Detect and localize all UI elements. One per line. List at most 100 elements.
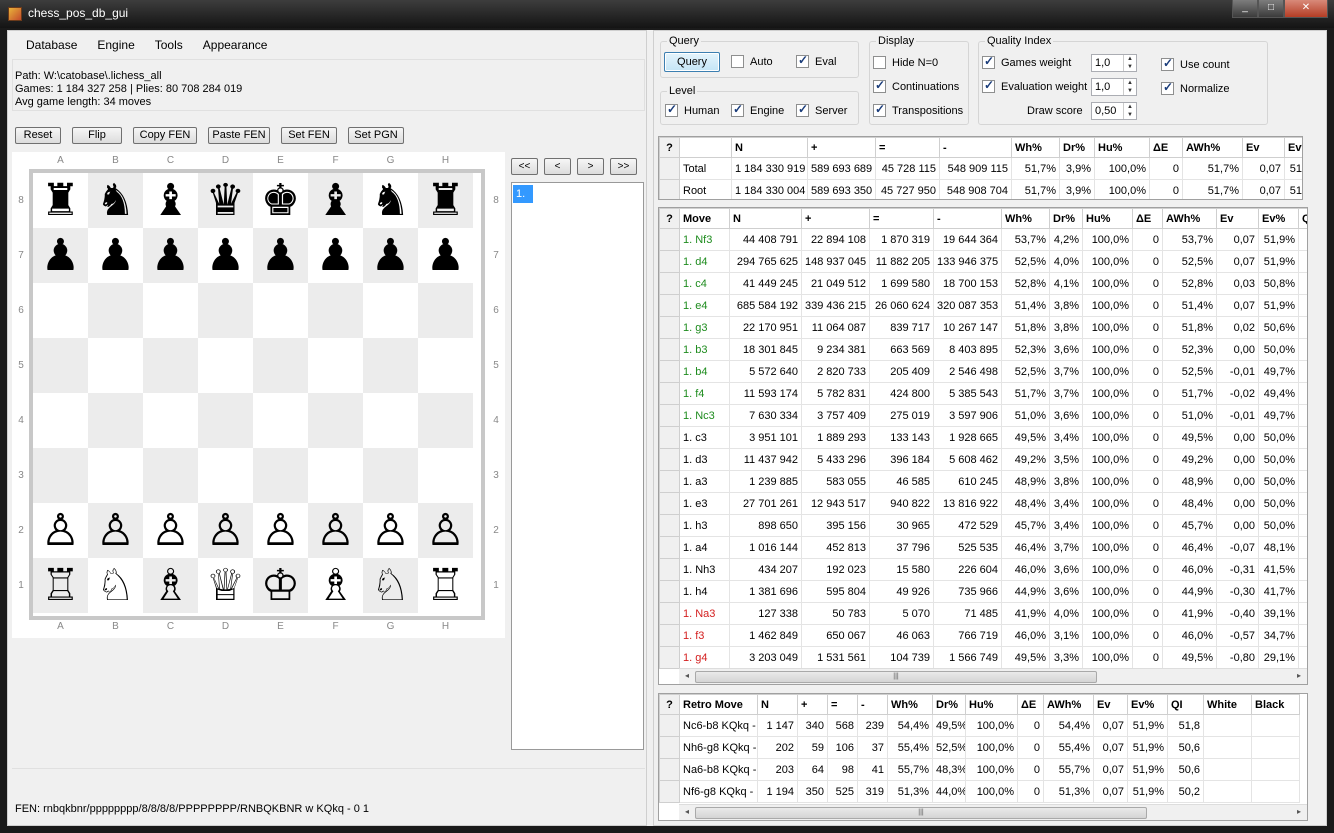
table-cell[interactable]: 0 <box>1132 448 1163 471</box>
table-cell[interactable]: 51,8% <box>1001 316 1050 339</box>
board-square-g5[interactable] <box>363 338 418 393</box>
reset-button[interactable]: Reset <box>15 127 61 144</box>
table-cell[interactable]: 51,9% <box>1258 228 1299 251</box>
table-cell[interactable]: 1 194 <box>757 780 798 803</box>
spin-up-icon[interactable]: ▲ <box>1124 55 1136 63</box>
board-square-h7[interactable]: ♟ <box>418 228 473 283</box>
normalize-checkbox[interactable]: Normalize <box>1161 80 1230 95</box>
board-square-d7[interactable]: ♟ <box>198 228 253 283</box>
table-cell[interactable]: 0 <box>1132 580 1163 603</box>
table-cell[interactable]: 320 087 353 <box>933 294 1002 317</box>
board-square-f3[interactable] <box>308 448 363 503</box>
board-square-h1[interactable]: ♖ <box>418 558 473 613</box>
table-cell[interactable]: 48,9% <box>1162 470 1217 493</box>
table-cell[interactable] <box>1203 758 1252 781</box>
table-row[interactable]: 1. c3 3 951 101 1 889 293 133 143 1 928 665 4… <box>659 426 1307 449</box>
column-header[interactable]: Wh% <box>1011 137 1060 158</box>
table-cell[interactable]: 37 796 <box>869 536 934 559</box>
table-cell[interactable]: 50,2 <box>1167 780 1204 803</box>
column-header[interactable]: AWh% <box>1162 208 1217 229</box>
moves-hscrollbar[interactable]: ◂ ||| ▸ <box>679 668 1307 684</box>
chess-piece-icon[interactable]: ♔ <box>261 563 300 608</box>
board-square-b8[interactable]: ♞ <box>88 173 143 228</box>
table-cell[interactable]: 452 813 <box>801 536 870 559</box>
board-square-c7[interactable]: ♟ <box>143 228 198 283</box>
table-row[interactable]: 1. b3 18 301 845 9 234 381 663 569 8 403 895… <box>659 338 1307 361</box>
table-cell[interactable]: 568 <box>827 714 858 737</box>
board-square-f8[interactable]: ♝ <box>308 173 363 228</box>
table-cell[interactable]: 1 889 293 <box>801 426 870 449</box>
column-header[interactable]: Black <box>1251 694 1300 715</box>
table-cell[interactable]: 525 <box>827 780 858 803</box>
column-header[interactable]: AWh% <box>1182 137 1243 158</box>
row-header[interactable] <box>659 179 680 199</box>
chess-piece-icon[interactable]: ♞ <box>371 178 410 223</box>
table-cell[interactable]: 1 870 319 <box>869 228 934 251</box>
table-row[interactable]: 1. Nc3 7 630 334 3 757 409 275 019 3 597 906… <box>659 404 1307 427</box>
board-square-a8[interactable]: ♜ <box>33 173 88 228</box>
board-square-e6[interactable] <box>253 283 308 338</box>
spin-down-icon[interactable]: ▼ <box>1124 63 1136 71</box>
table-cell[interactable]: 0 <box>1132 294 1163 317</box>
table-cell[interactable]: 53,7% <box>1162 228 1217 251</box>
board-square-c2[interactable]: ♙ <box>143 503 198 558</box>
eval-weight-checkbox[interactable]: Evaluation weight <box>982 78 1087 93</box>
column-header[interactable]: Ev% <box>1127 694 1168 715</box>
board-square-b7[interactable]: ♟ <box>88 228 143 283</box>
chess-piece-icon[interactable]: ♟ <box>426 233 465 278</box>
table-cell[interactable]: 239 <box>857 714 888 737</box>
table-cell[interactable]: -0,57 <box>1216 624 1259 647</box>
games-weight-check-box[interactable] <box>982 54 995 69</box>
games-weight-value[interactable]: 1,0 <box>1095 57 1110 69</box>
table-cell[interactable]: 100,0% <box>1082 250 1133 273</box>
table-row[interactable]: 1. g4 3 203 049 1 531 561 104 739 1 566 749 4… <box>659 646 1307 669</box>
retro-hscrollbar[interactable]: ◂ ||| ▸ <box>679 804 1307 820</box>
table-cell[interactable]: 49,5% <box>1001 426 1050 449</box>
table-cell[interactable]: 52,5% <box>932 736 966 759</box>
table-cell[interactable]: 685 584 192 <box>729 294 802 317</box>
scroll-right-icon[interactable]: ▸ <box>1293 671 1305 680</box>
minimize-button[interactable]: _ <box>1232 0 1258 18</box>
table-row[interactable]: 1. d3 11 437 942 5 433 296 396 184 5 608 462… <box>659 448 1307 471</box>
table-cell[interactable]: 94,2 <box>1298 426 1307 449</box>
table-cell[interactable]: 100,0% <box>1094 157 1150 180</box>
table-cell[interactable]: 1. Nh3 <box>679 558 730 581</box>
table-cell[interactable]: 50,0% <box>1258 492 1299 515</box>
table-cell[interactable]: 5 070 <box>869 602 934 625</box>
board-square-f1[interactable]: ♗ <box>308 558 363 613</box>
table-cell[interactable]: 1. Na3 <box>679 602 730 625</box>
table-cell[interactable]: 4,1% <box>1049 272 1083 295</box>
table-cell[interactable]: 51,8% <box>1162 316 1217 339</box>
table-cell[interactable]: 4,0% <box>1049 250 1083 273</box>
table-cell[interactable]: 90,4 <box>1298 514 1307 537</box>
table-cell[interactable]: 202 <box>757 736 798 759</box>
menu-tools[interactable]: Tools <box>145 37 193 53</box>
chess-piece-icon[interactable]: ♙ <box>426 508 465 553</box>
table-cell[interactable]: 0,00 <box>1216 426 1259 449</box>
table-cell[interactable]: 46,4% <box>1162 536 1217 559</box>
table-cell[interactable]: 10 267 147 <box>933 316 1002 339</box>
table-cell[interactable]: 100,0% <box>1082 492 1133 515</box>
table-cell[interactable]: 663 569 <box>869 338 934 361</box>
column-header[interactable]: - <box>933 208 1002 229</box>
table-cell[interactable]: 1 531 561 <box>801 646 870 669</box>
table-cell[interactable]: 100,0 <box>1298 228 1307 251</box>
paste-fen-button[interactable]: Paste FEN <box>208 127 270 144</box>
board-square-g7[interactable]: ♟ <box>363 228 418 283</box>
table-cell[interactable]: 100,0% <box>1082 624 1133 647</box>
table-cell[interactable]: 395 156 <box>801 514 870 537</box>
table-cell[interactable]: 76,3 <box>1298 602 1307 625</box>
table-cell[interactable]: 133 143 <box>869 426 934 449</box>
table-row[interactable]: 1. e3 27 701 261 12 943 517 940 822 13 816 9… <box>659 492 1307 515</box>
table-cell[interactable]: 548 909 115 <box>939 157 1012 180</box>
table-cell[interactable]: 95,8 <box>1298 382 1307 405</box>
table-row[interactable]: 1. c4 41 449 245 21 049 512 1 699 580 18 700… <box>659 272 1307 295</box>
table-cell[interactable] <box>1203 714 1252 737</box>
table-cell[interactable]: 583 055 <box>801 470 870 493</box>
moves-grid[interactable]: ?MoveN+=-Wh%Dr%Hu%ΔEAWh%EvEv%QI1. Nf344 … <box>658 207 1308 685</box>
chess-piece-icon[interactable]: ♖ <box>41 563 80 608</box>
chess-piece-icon[interactable]: ♛ <box>206 178 245 223</box>
table-cell[interactable]: 55,7% <box>1043 758 1094 781</box>
table-cell[interactable]: 46,0% <box>1162 558 1217 581</box>
board-square-e1[interactable]: ♔ <box>253 558 308 613</box>
